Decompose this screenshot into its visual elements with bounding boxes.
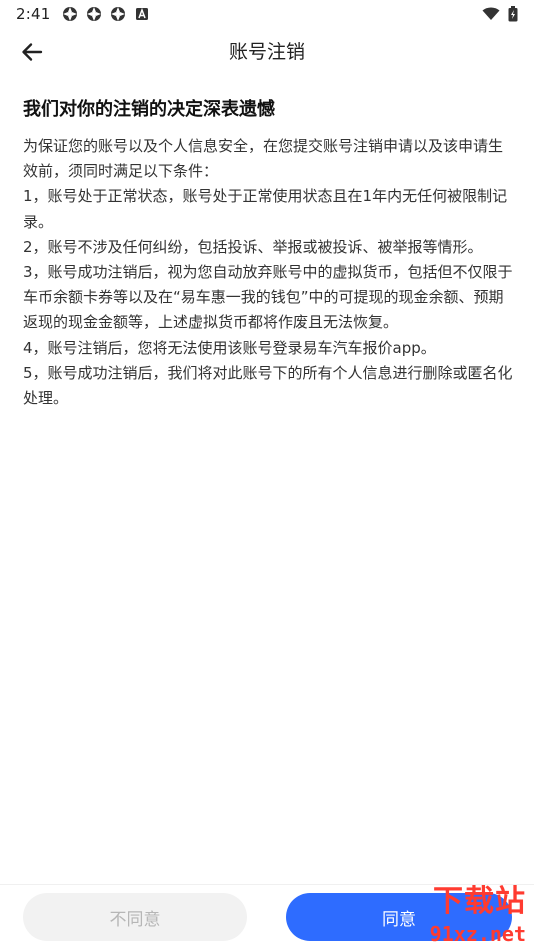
disagree-button[interactable]: 不同意 (23, 893, 247, 941)
app-notify-icon (111, 7, 126, 21)
condition-item: 2，账号不涉及任何纠纷，包括投诉、举报或被投诉、被举报等情形。 (23, 237, 483, 256)
notice-intro: 为保证您的账号以及个人信息安全，在您提交账号注销申请以及该申请生效前，须同时满足… (23, 137, 504, 181)
status-time: 2:41 (16, 5, 51, 23)
notice-headline: 我们对你的注销的决定深表遗憾 (23, 99, 275, 120)
cancellation-notice: 我们对你的注销的决定深表遗憾 为保证您的账号以及个人信息安全，在您提交账号注销申… (23, 96, 513, 411)
page-title: 账号注销 (228, 41, 305, 63)
a-box-icon (136, 7, 149, 20)
notice-body: 为保证您的账号以及个人信息安全，在您提交账号注销申请以及该申请生效前，须同时满足… (23, 134, 513, 411)
status-system-icons (482, 6, 518, 22)
battery-icon (508, 6, 518, 22)
site-watermark: 下载站 91xz.net (362, 880, 532, 950)
condition-item: 3，账号成功注销后，视为您自动放弃账号中的虚拟货币，包括但不仅限于车币余额卡券等… (23, 263, 513, 332)
condition-item: 5，账号成功注销后，我们将对此账号下的所有个人信息进行删除或匿名化处理。 (23, 363, 513, 408)
status-notification-icons (62, 6, 150, 22)
watermark-url: 91xz.net (429, 922, 526, 946)
app-notify-icon (63, 7, 78, 21)
app-header: 账号注销 (0, 28, 534, 76)
condition-item: 4，账号注销后，您将无法使用该账号登录易车汽车报价app。 (23, 338, 436, 357)
status-bar: 2:41 (0, 0, 534, 28)
wifi-icon (482, 7, 500, 20)
watermark-title: 下载站 (433, 884, 526, 919)
app-notify-icon (87, 7, 102, 21)
condition-item: 1，账号处于正常状态，账号处于正常使用状态且在1年内无任何被限制记录。 (23, 187, 508, 231)
